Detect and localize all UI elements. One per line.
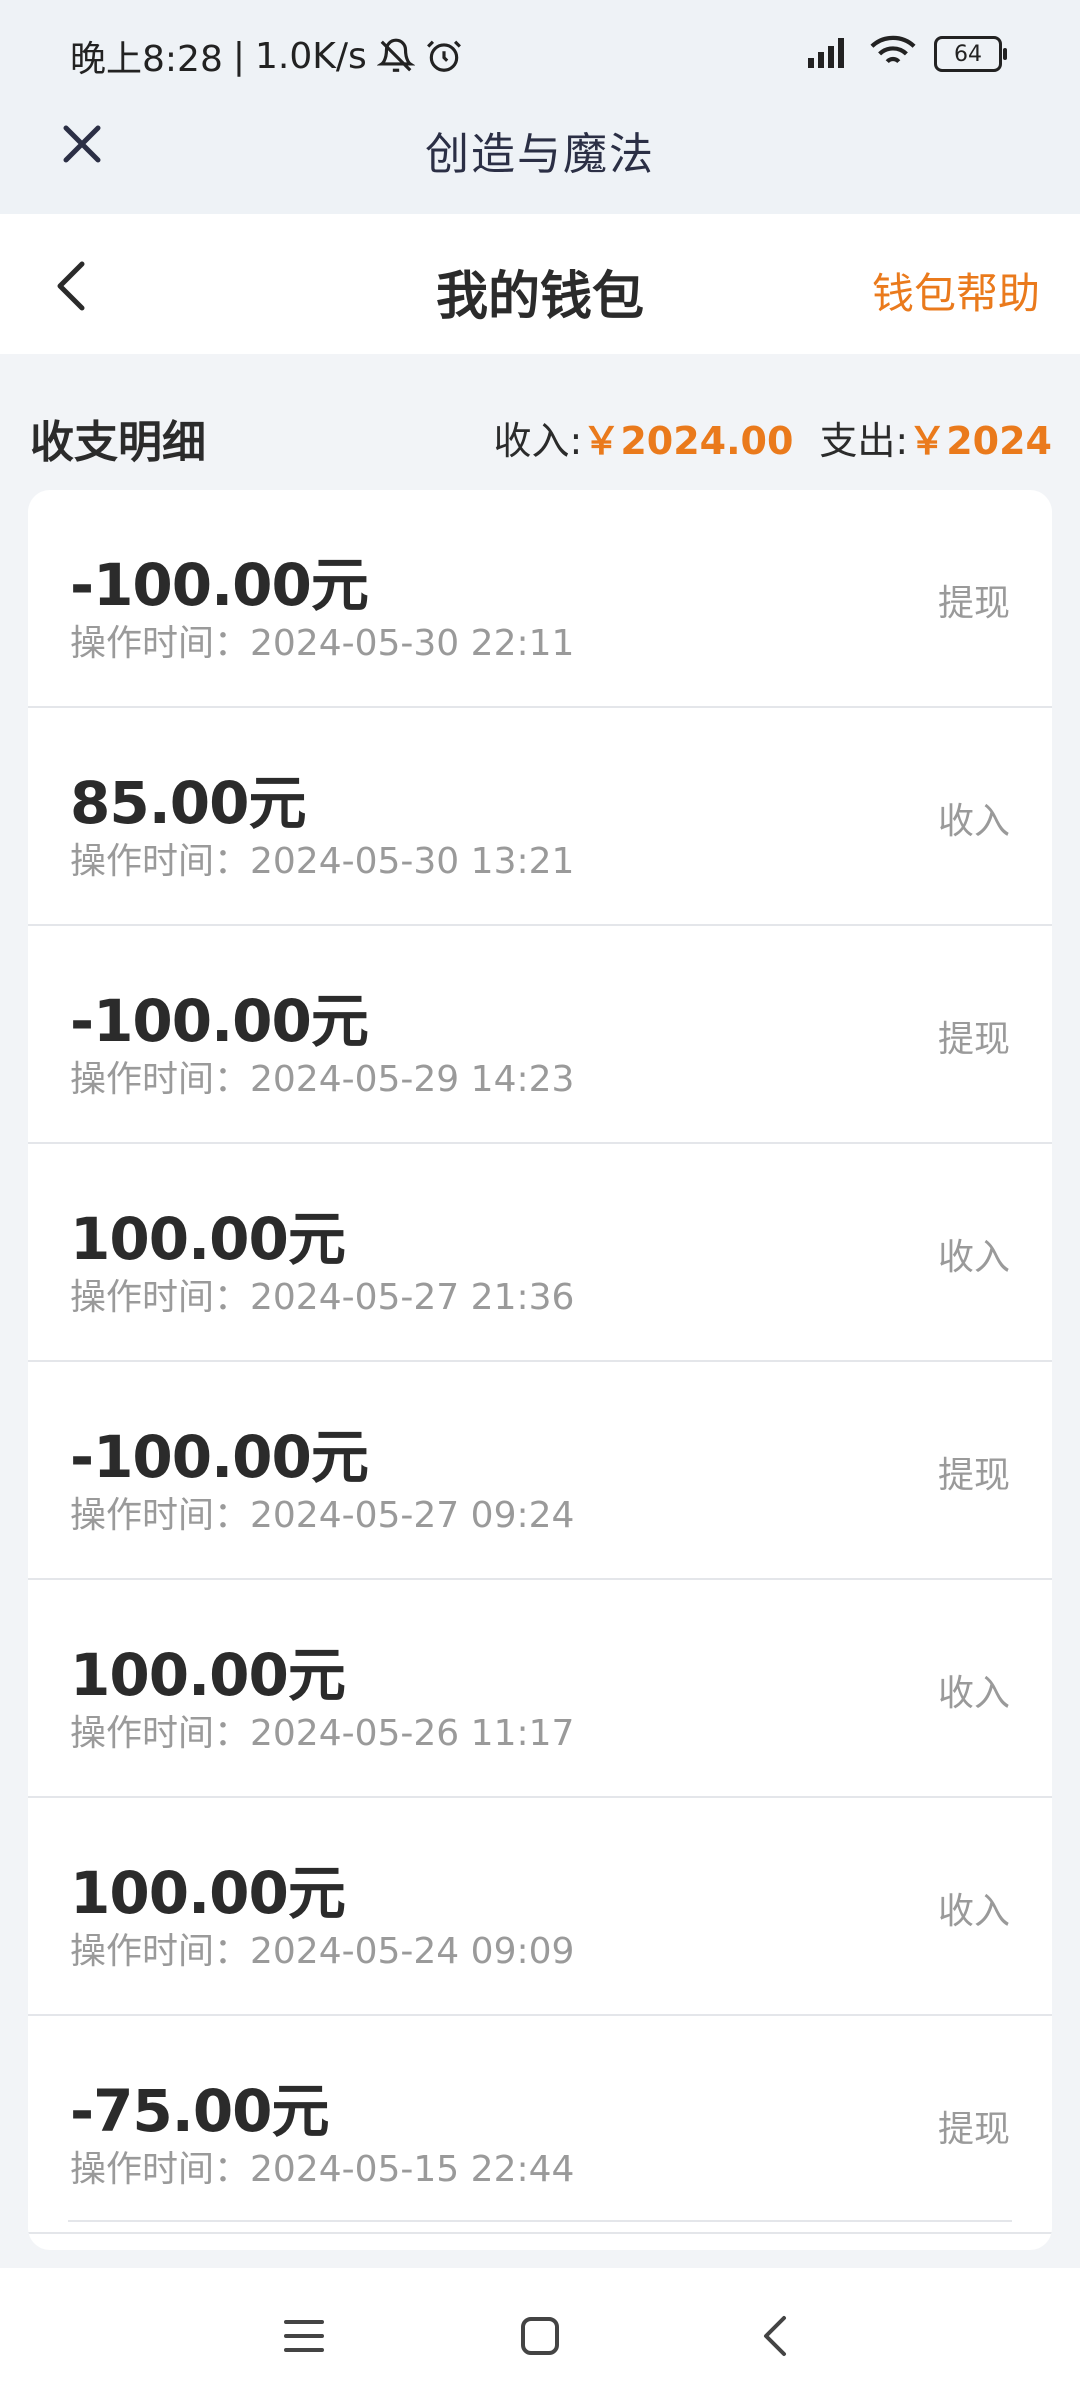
transaction-time: 操作时间：2024-05-29 14:23 — [70, 1059, 575, 1100]
transaction-row[interactable]: 100.00元 操作时间：2024-05-24 09:09 收入 — [28, 1798, 1052, 2016]
transaction-type: 收入 — [937, 801, 1010, 842]
menu-icon[interactable] — [280, 2312, 328, 2360]
battery-icon: 64 — [934, 36, 1007, 72]
transaction-type: 收入 — [937, 1891, 1010, 1932]
transaction-row[interactable]: -100.00元 操作时间：2024-05-27 09:24 提现 — [28, 1362, 1052, 1580]
transaction-amount: -75.00元 — [70, 2077, 330, 2145]
wifi-icon — [870, 34, 916, 74]
summary-title: 收支明细 — [30, 417, 206, 468]
transaction-time: 操作时间：2024-05-30 13:21 — [70, 841, 575, 882]
back-nav-icon[interactable] — [752, 2312, 800, 2360]
wallet-header: 我的钱包 钱包帮助 — [0, 214, 1080, 354]
alarm-icon — [425, 37, 463, 75]
transaction-type: 收入 — [937, 1673, 1010, 1714]
status-bar: 晚上8:28 | 1.0K/s 64 — [0, 0, 1080, 118]
income-total: ￥2024.00 — [582, 419, 794, 463]
app-title: 创造与魔法 — [425, 129, 655, 180]
transaction-amount: 100.00元 — [70, 1859, 346, 1927]
transaction-time: 操作时间：2024-05-30 22:11 — [70, 623, 575, 664]
transaction-row[interactable]: 85.00元 操作时间：2024-05-30 13:21 收入 — [28, 708, 1052, 926]
bell-off-icon — [376, 37, 415, 75]
transaction-time: 操作时间：2024-05-24 09:09 — [70, 1931, 575, 1972]
income-label: 收入: — [493, 419, 583, 463]
status-right: 64 — [804, 34, 1007, 74]
list-divider — [68, 2220, 1012, 2222]
transaction-amount: 85.00元 — [70, 769, 306, 837]
expense-label: 支出: — [819, 419, 909, 463]
wallet-page: 晚上8:28 | 1.0K/s 64 创造与魔法 我的钱包 钱包帮助 收支明细 … — [0, 0, 1080, 2400]
summary-row: 收支明细 收入:￥2024.00 支出:￥2024 — [0, 390, 1080, 480]
wallet-help-link[interactable]: 钱包帮助 — [872, 260, 1040, 321]
transaction-time: 操作时间：2024-05-27 21:36 — [70, 1277, 575, 1318]
expense-total: ￥2024 — [908, 419, 1052, 463]
transaction-amount: -100.00元 — [70, 987, 369, 1055]
transaction-amount: -100.00元 — [70, 551, 369, 619]
transaction-time: 操作时间：2024-05-26 11:17 — [70, 1713, 575, 1754]
transaction-type: 提现 — [937, 583, 1010, 624]
status-left: 晚上8:28 | 1.0K/s — [70, 30, 463, 82]
transaction-time: 操作时间：2024-05-15 22:44 — [70, 2149, 575, 2190]
transaction-amount: 100.00元 — [70, 1641, 346, 1709]
transaction-type: 提现 — [937, 2109, 1010, 2150]
top-shell: 晚上8:28 | 1.0K/s 64 创造与魔法 — [0, 0, 1080, 214]
transaction-list: -100.00元 操作时间：2024-05-30 22:11 提现 85.00元… — [28, 490, 1052, 2250]
network-speed: 1.0K/s — [254, 35, 367, 77]
status-time: 晚上8:28 — [70, 39, 223, 80]
status-divider: | — [232, 35, 245, 77]
app-bar: 创造与魔法 — [0, 110, 1080, 210]
system-navigation-bar — [0, 2268, 1080, 2400]
transaction-time: 操作时间：2024-05-27 09:24 — [70, 1495, 575, 1536]
signal-icon — [804, 34, 852, 74]
summary-totals: 收入:￥2024.00 支出:￥2024 — [494, 410, 1052, 465]
transaction-row[interactable]: -100.00元 操作时间：2024-05-29 14:23 提现 — [28, 926, 1052, 1144]
home-icon[interactable] — [516, 2312, 564, 2360]
transaction-row[interactable]: 100.00元 操作时间：2024-05-27 21:36 收入 — [28, 1144, 1052, 1362]
transaction-row[interactable]: 100.00元 操作时间：2024-05-26 11:17 收入 — [28, 1580, 1052, 1798]
transaction-type: 收入 — [937, 1237, 1010, 1278]
transaction-amount: -100.00元 — [70, 1423, 369, 1491]
transaction-row[interactable]: -100.00元 操作时间：2024-05-30 22:11 提现 — [28, 490, 1052, 708]
battery-level: 64 — [954, 41, 982, 67]
transaction-row[interactable]: -75.00元 操作时间：2024-05-15 22:44 提现 — [28, 2016, 1052, 2234]
transaction-type: 提现 — [937, 1019, 1010, 1060]
transaction-type: 提现 — [937, 1455, 1010, 1496]
transaction-amount: 100.00元 — [70, 1205, 346, 1273]
